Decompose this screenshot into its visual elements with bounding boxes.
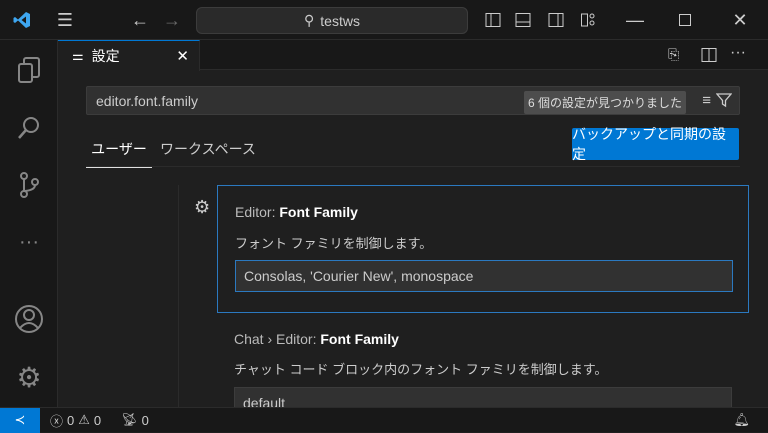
menu-icon[interactable]: ☰ (52, 8, 78, 32)
filter-icon[interactable] (715, 92, 733, 111)
setting-gear-icon[interactable]: ⚙ (194, 197, 210, 218)
font-family-input[interactable]: Consolas, 'Courier New', monospace (235, 260, 733, 292)
backup-sync-button[interactable]: バックアップと同期の設定 (572, 126, 739, 162)
search-icon[interactable] (12, 111, 46, 145)
divider (86, 166, 740, 167)
clear-filter-icon[interactable]: ≡ (702, 92, 711, 109)
customize-layout-icon[interactable] (577, 8, 599, 32)
setting-item-editor-font-family: Editor: Font Family フォント ファミリを制御します。 Con… (217, 185, 749, 313)
minimize-icon[interactable]: — (620, 8, 650, 32)
forward-arrow-icon[interactable]: → (160, 8, 184, 32)
split-editor-icon[interactable] (701, 47, 717, 66)
ports-count: 0 (141, 412, 149, 428)
open-settings-json-icon[interactable]: ⎘ (668, 46, 688, 66)
activity-bar: ··· ⚙ (0, 40, 58, 407)
settings-sliders-icon: ⚌ (72, 48, 84, 63)
source-control-icon[interactable] (12, 168, 46, 202)
back-arrow-icon[interactable]: ← (128, 8, 152, 32)
notifications-bell-icon[interactable]: 🔔︎ (733, 412, 750, 428)
toggle-secondary-sidebar-icon[interactable] (545, 8, 567, 32)
tab-label: 設定 (91, 48, 120, 64)
remote-indicator-icon[interactable]: ≺ (0, 407, 40, 433)
warning-count: 0 (93, 412, 102, 428)
warning-icon: ⚠ (78, 412, 90, 427)
maximize-icon[interactable] (670, 8, 700, 32)
explorer-icon[interactable] (12, 53, 46, 87)
close-tab-icon[interactable]: ✕ (176, 47, 189, 65)
command-center-search[interactable]: ⚲ testws (196, 7, 468, 34)
toggle-primary-sidebar-icon[interactable] (482, 8, 504, 32)
search-icon: ⚲ (304, 12, 315, 28)
close-window-icon[interactable]: ✕ (725, 8, 755, 32)
result-count-badge: 6 個の設定が見つかりました (523, 91, 686, 114)
error-icon: ⓧ (50, 413, 64, 429)
title-bar: ☰ ← → ⚲ testws — ✕ (0, 0, 768, 40)
setting-title: Chat › Editor: Font Family (234, 331, 399, 347)
manage-gear-icon[interactable]: ⚙ (12, 360, 46, 394)
setting-title: Editor: Font Family (235, 204, 358, 220)
search-value: editor.font.family (96, 92, 198, 109)
vscode-logo-icon (10, 8, 34, 32)
input-value: default (243, 395, 286, 407)
tab-workspace[interactable]: ワークスペース (160, 139, 256, 165)
more-actions-icon[interactable]: ··· (730, 44, 746, 62)
chat-font-family-input[interactable]: default (234, 387, 732, 407)
workspace-name: testws (320, 12, 360, 29)
toc-divider (178, 185, 179, 407)
toggle-panel-icon[interactable] (512, 8, 534, 32)
problems-indicator[interactable]: ⓧ 0 ⚠ 0 (50, 411, 101, 430)
error-count: 0 (67, 412, 75, 428)
account-icon[interactable] (12, 302, 46, 336)
settings-search-input[interactable]: editor.font.family 6 個の設定が見つかりました ≡ (86, 86, 740, 115)
setting-description: チャット コード ブロック内のフォント ファミリを制御します。 (234, 362, 608, 377)
more-icon[interactable]: ··· (12, 225, 46, 259)
tab-settings[interactable]: ⚌ 設定 ✕ (58, 40, 200, 71)
tab-user[interactable]: ユーザー (86, 139, 152, 168)
ports-indicator[interactable]: 📡︎ 0 (121, 412, 149, 428)
input-value: Consolas, 'Courier New', monospace (244, 268, 474, 284)
broadcast-icon: 📡︎ (121, 412, 138, 427)
setting-item-chat-editor-font-family: Chat › Editor: Font Family チャット コード ブロック… (217, 313, 749, 407)
status-bar: ≺ ⓧ 0 ⚠ 0 📡︎ 0 🔔︎ (0, 407, 768, 433)
setting-description: フォント ファミリを制御します。 (235, 236, 433, 251)
